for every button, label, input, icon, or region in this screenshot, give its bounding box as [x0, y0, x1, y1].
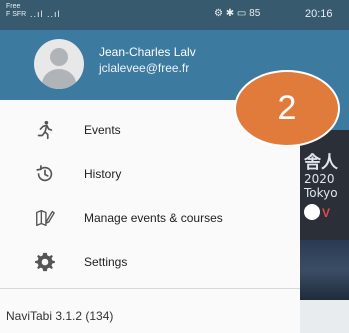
menu-item-history[interactable]: History	[0, 152, 300, 196]
user-name: Jean-Charles Lalv	[99, 45, 196, 59]
status-bar: Free F SFR ..ıl ..ıl ⚙ ✱ ▭ 85 20:16	[0, 0, 349, 30]
gear-icon	[35, 252, 55, 272]
status-icons-glyphs: ⚙ ✱ ▭	[214, 8, 247, 19]
background-bottom-bar	[300, 300, 349, 333]
background-event-year: 2020	[304, 172, 335, 186]
background-logo	[304, 204, 320, 220]
runner-icon	[37, 120, 53, 140]
app-screen: 舎人 2020 Tokyo V Free F SFR ..ıl ..ıl ⚙ ✱…	[0, 0, 349, 333]
battery-level: 85	[249, 8, 261, 19]
background-event-title: 舎人	[304, 153, 338, 173]
divider	[0, 288, 300, 289]
avatar[interactable]	[34, 39, 84, 89]
menu-item-events-label: Events	[84, 123, 121, 137]
app-version: NaviTabi 3.1.2 (134)	[6, 309, 114, 323]
menu-item-settings-label: Settings	[84, 255, 128, 269]
menu-item-settings[interactable]: Settings	[0, 240, 300, 284]
menu-item-manage-events[interactable]: Manage events & courses	[0, 196, 300, 240]
avatar-head	[50, 48, 68, 66]
menu-item-manage-events-label: Manage events & courses	[84, 211, 223, 225]
step-badge: 2	[234, 70, 340, 147]
background-event-text: 舎人 2020 Tokyo	[304, 153, 338, 201]
history-icon	[36, 165, 53, 182]
map-edit-icon	[36, 209, 55, 227]
background-photo	[300, 240, 349, 300]
carrier-label: Free F SFR	[6, 3, 27, 18]
background-logo-letter: V	[322, 206, 331, 220]
background-event-city: Tokyo	[304, 186, 338, 200]
avatar-body	[42, 69, 76, 89]
navigation-drawer: Jean-Charles Lalv jclalevee@free.fr Even…	[0, 30, 300, 333]
status-icons: ⚙ ✱ ▭ 85	[214, 8, 260, 19]
signal-icon: ..ıl ..ıl	[30, 9, 61, 19]
status-clock: 20:16	[305, 8, 333, 20]
user-email: jclalevee@free.fr	[99, 61, 190, 75]
menu-item-history-label: History	[84, 167, 122, 181]
background-app[interactable]: 舎人 2020 Tokyo V	[300, 0, 349, 333]
